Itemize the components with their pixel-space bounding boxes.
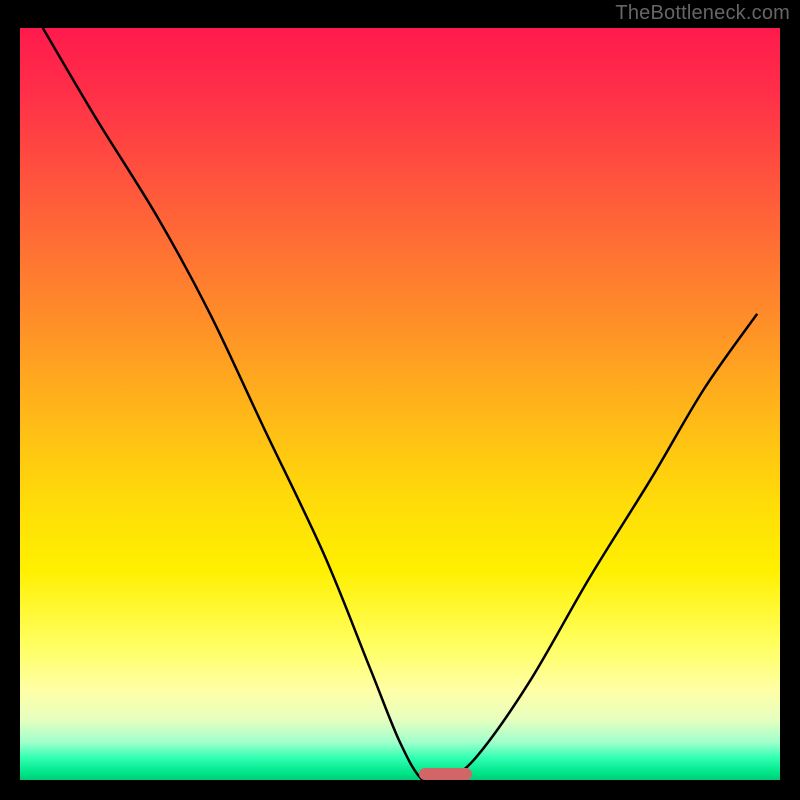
bottleneck-curve-svg: [20, 28, 780, 780]
plot-area: [20, 28, 780, 780]
watermark-text: TheBottleneck.com: [615, 2, 790, 25]
optimal-range-marker: [419, 768, 472, 780]
chart-frame: TheBottleneck.com: [0, 0, 800, 800]
bottleneck-curve-path: [43, 28, 757, 780]
